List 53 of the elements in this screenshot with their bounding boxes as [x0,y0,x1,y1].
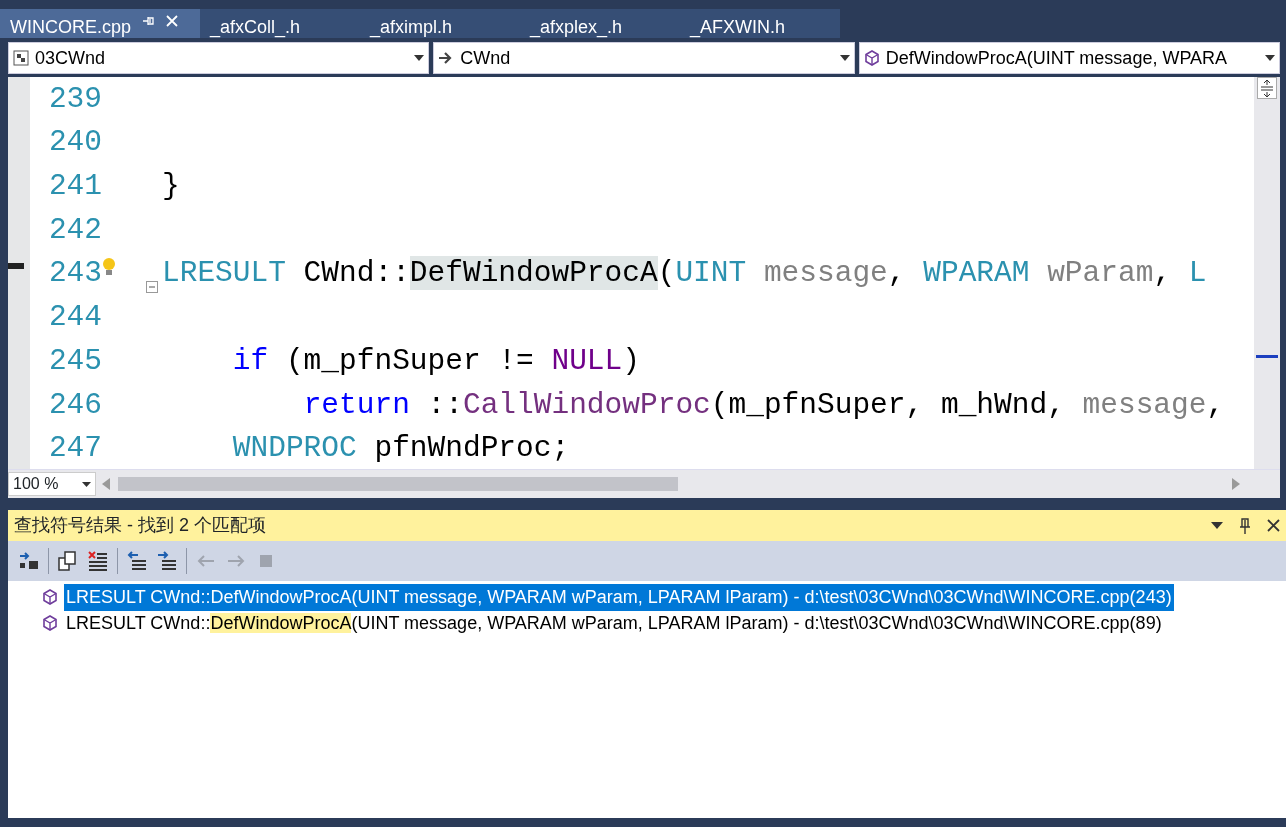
next-icon[interactable] [156,550,178,572]
split-icon[interactable] [1257,77,1277,99]
line-number: 242 [47,211,102,249]
scroll-marker [1256,355,1278,358]
line-number: 247 [47,430,102,468]
pin-icon[interactable] [141,14,156,28]
dropdown-icon[interactable] [1211,522,1223,529]
navigation-dropdown[interactable]: DefWindowProcA(UINT message, WPARA [858,42,1280,74]
document-tab[interactable]: _afxColl_.h [200,9,360,38]
caret-icon [839,55,850,61]
line-number: 241 [47,168,102,206]
panel-title: 查找符号结果 - 找到 2 个匹配项 [14,514,267,537]
caret-icon [1265,55,1275,61]
line-number: 243 [47,255,102,293]
caret-icon [414,55,425,61]
line-number: 246 [47,386,102,424]
code-line: } [162,168,180,206]
code-line: if (m_pfnSuper != NULL) [231,342,640,380]
zoom-dropdown[interactable]: 100 % [8,472,96,496]
code-line: return ::CallWindowProc(m_pfnSuper, m_hWnd, message, [302,386,1225,424]
cube-icon [42,589,58,605]
line-number: 240 [47,124,102,162]
collapse-icon[interactable] [146,280,158,293]
scroll-left-icon [102,478,110,490]
vertical-scrollbar[interactable] [1254,77,1280,469]
project-icon [13,50,29,66]
result-item[interactable]: LRESULT CWnd::DefWindowProcA(UINT message, WPARAM wParam, LPARAM lParam) - d:\test\03CWnd\03CWnd\WINCORE.cpp(243) [64,583,1174,611]
scroll-right-icon [1232,478,1240,490]
previous-icon[interactable] [126,550,148,572]
document-tab[interactable]: _afxplex_.h [520,9,680,38]
clear-list-icon[interactable] [87,550,109,572]
document-tab[interactable]: WINCORE.cpp [0,9,200,38]
copy-icon[interactable] [57,550,79,572]
cube-icon [42,615,58,631]
navigation-dropdown[interactable]: 03CWnd [8,42,430,74]
line-number: 245 [47,342,102,380]
code-line: LRESULT CWnd::DefWindowProcA(UINT message, WPARAM wParam, L [162,255,1207,293]
document-tab[interactable]: _AFXWIN.h [680,9,840,38]
caret-icon [82,481,91,487]
horizontal-scrollbar[interactable] [102,477,1240,491]
result-item[interactable]: LRESULT CWnd::DefWindowProcA(UINT message, WPARAM wParam, LPARAM lParam) - d:\test\03CWnd\03CWnd\WINCORE.cpp(89) [64,609,1164,637]
goto-icon[interactable] [18,550,40,572]
navigation-dropdown[interactable]: CWnd [433,42,855,74]
line-number: 244 [47,299,102,337]
pin-icon[interactable] [1239,517,1251,534]
line-number: 239 [47,80,102,118]
code-line: WNDPROC pfnWndProc; [231,430,570,468]
scroll-thumb[interactable] [118,477,678,491]
document-tab[interactable]: _afximpl.h [360,9,520,38]
close-icon[interactable] [165,14,180,28]
cube-icon [863,50,880,66]
close-icon[interactable] [1267,519,1280,532]
lightbulb-icon[interactable] [102,256,116,277]
